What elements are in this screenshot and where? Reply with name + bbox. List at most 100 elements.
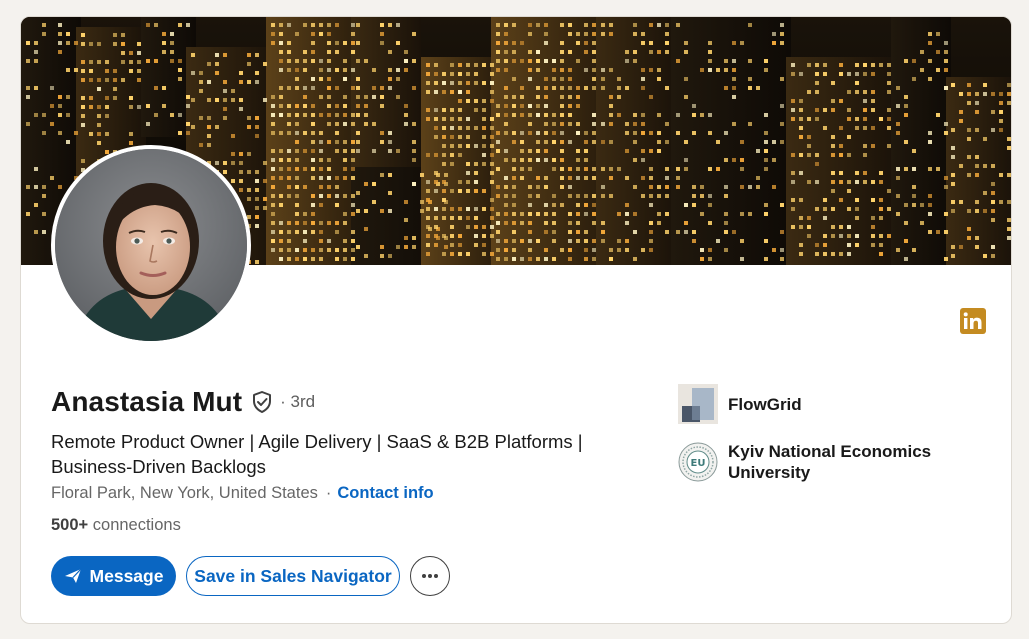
more-actions-button[interactable] [410, 556, 450, 596]
cover-window [512, 248, 516, 252]
cover-window [716, 167, 720, 171]
cover-window [351, 113, 355, 117]
cover-window [105, 78, 109, 82]
cover-window [592, 257, 596, 261]
cover-window [295, 248, 299, 252]
cover-window [450, 72, 454, 76]
cover-window [536, 158, 540, 162]
cover-window [975, 128, 979, 132]
cover-window [568, 50, 572, 54]
cover-window [896, 167, 900, 171]
message-button[interactable]: Message [51, 556, 176, 596]
cover-window [601, 194, 605, 198]
cover-window [665, 167, 669, 171]
cover-window [609, 23, 613, 27]
cover-window [474, 225, 478, 229]
cover-window [271, 185, 275, 189]
cover-window [708, 113, 712, 117]
cover-window [799, 153, 803, 157]
cover-window [295, 131, 299, 135]
cover-window [584, 23, 588, 27]
cover-window [536, 212, 540, 216]
cover-window [847, 243, 851, 247]
cover-window [536, 185, 540, 189]
contact-info-link[interactable]: Contact info [337, 484, 433, 503]
cover-window [482, 63, 486, 67]
cover-window [504, 212, 508, 216]
cover-window [815, 162, 819, 166]
cover-window [388, 131, 392, 135]
cover-window [81, 105, 85, 109]
cover-window [162, 86, 166, 90]
education-school[interactable]: EU Kyiv National Economics University [678, 441, 948, 483]
cover-window [967, 101, 971, 105]
cover-window [380, 131, 384, 135]
cover-window [879, 243, 883, 247]
cover-window [536, 113, 540, 117]
cover-window [372, 149, 376, 153]
cover-window [287, 59, 291, 63]
cover-window [279, 41, 283, 45]
cover-window [708, 131, 712, 135]
cover-window [335, 122, 339, 126]
cover-window [458, 243, 462, 247]
linkedin-icon[interactable] [960, 308, 986, 334]
cover-window [466, 117, 470, 121]
profile-photo[interactable] [51, 145, 251, 345]
cover-window [748, 185, 752, 189]
cover-window [50, 86, 54, 90]
cover-window [327, 59, 331, 63]
cover-window [420, 200, 424, 204]
cover-window [520, 176, 524, 180]
cover-window [967, 173, 971, 177]
cover-window [512, 176, 516, 180]
cover-window [576, 104, 580, 108]
cover-window [684, 95, 688, 99]
cover-window [592, 122, 596, 126]
cover-window [863, 99, 867, 103]
cover-window [466, 216, 470, 220]
profile-headline: Remote Product Owner | Agile Delivery | … [51, 431, 583, 477]
cover-window [871, 234, 875, 238]
cover-window [450, 153, 454, 157]
cover-window [951, 83, 955, 87]
shield-check-icon[interactable] [250, 390, 274, 414]
cover-window [450, 234, 454, 238]
cover-window [887, 108, 891, 112]
cover-window [356, 86, 360, 90]
cover-window [951, 200, 955, 204]
cover-window [450, 63, 454, 67]
profile-location: Floral Park, New York, United States [51, 484, 318, 502]
cover-window [327, 158, 331, 162]
current-company[interactable]: FlowGrid [678, 384, 948, 424]
cover-window [223, 80, 227, 84]
save-in-sales-navigator-button[interactable]: Save in Sales Navigator [186, 556, 400, 596]
cover-window [207, 125, 211, 129]
cover-window [831, 108, 835, 112]
cover-window [186, 104, 190, 108]
cover-window [520, 59, 524, 63]
cover-window [528, 167, 532, 171]
cover-window [724, 230, 728, 234]
cover-window [129, 69, 133, 73]
cover-window [327, 23, 331, 27]
cover-window [799, 243, 803, 247]
cover-window [568, 32, 572, 36]
cover-window [665, 176, 669, 180]
cover-window [823, 252, 827, 256]
cover-window [944, 185, 948, 189]
cover-window [708, 203, 712, 207]
cover-window [512, 221, 516, 225]
cover-window [944, 212, 948, 216]
cover-window [482, 153, 486, 157]
cover-window [482, 189, 486, 193]
cover-window [649, 176, 653, 180]
cover-window [772, 185, 776, 189]
cover-window [311, 41, 315, 45]
cover-window [412, 236, 416, 240]
cover-window [351, 68, 355, 72]
connections-count[interactable]: 500+ connections [51, 516, 181, 535]
cover-window [944, 230, 948, 234]
cover-window [665, 185, 669, 189]
cover-window [896, 104, 900, 108]
